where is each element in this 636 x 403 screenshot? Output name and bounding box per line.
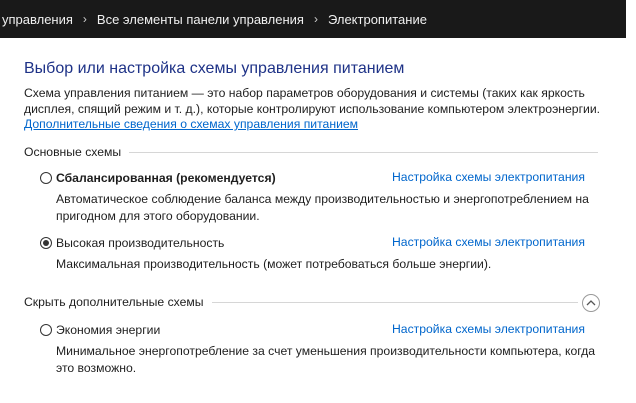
power-plans-info-link[interactable]: Дополнительные сведения о схемах управле… bbox=[24, 117, 358, 131]
plan-high-performance-label[interactable]: Высокая производительность bbox=[56, 236, 224, 250]
plan-power-saver-settings-link[interactable]: Настройка схемы электропитания bbox=[392, 322, 585, 336]
plan-power-saver-description: Минимальное энергопотребление за счет ум… bbox=[56, 344, 596, 375]
collapse-chevron-up-icon[interactable] bbox=[582, 294, 600, 312]
breadcrumb-item-control-panel[interactable]: управления bbox=[0, 12, 75, 27]
main-plans-group-header: Основные схемы bbox=[24, 145, 598, 159]
main-plans-group-label: Основные схемы bbox=[24, 145, 122, 159]
address-bar: управления › Все элементы панели управле… bbox=[0, 0, 636, 40]
plan-balanced-radio[interactable] bbox=[40, 172, 52, 184]
plan-power-saver-label[interactable]: Экономия энергии bbox=[56, 323, 160, 337]
extra-plans-group-label[interactable]: Скрыть дополнительные схемы bbox=[24, 295, 204, 309]
breadcrumb-separator-icon[interactable]: › bbox=[306, 12, 326, 26]
scrollbar[interactable] bbox=[626, 0, 636, 403]
page-description: Схема управления питанием — это набор па… bbox=[24, 86, 601, 116]
group-divider bbox=[211, 301, 578, 303]
group-divider bbox=[129, 151, 598, 153]
plan-balanced-settings-link[interactable]: Настройка схемы электропитания bbox=[392, 170, 585, 184]
extra-plans-group-header[interactable]: Скрыть дополнительные схемы bbox=[24, 295, 578, 309]
plan-high-performance-settings-link[interactable]: Настройка схемы электропитания bbox=[392, 235, 585, 249]
breadcrumb-separator-icon[interactable]: › bbox=[75, 12, 95, 26]
plan-balanced: Сбалансированная (рекомендуется) Настрой… bbox=[40, 169, 598, 225]
plan-high-performance-radio[interactable] bbox=[40, 237, 52, 249]
page-title: Выбор или настройка схемы управления пит… bbox=[24, 60, 405, 77]
plan-high-performance-description: Максимальная производительность (может п… bbox=[56, 257, 492, 271]
plan-balanced-label[interactable]: Сбалансированная (рекомендуется) bbox=[56, 171, 276, 185]
breadcrumb-item-all-items[interactable]: Все элементы панели управления bbox=[95, 12, 306, 27]
plan-power-saver: Экономия энергии Настройка схемы электро… bbox=[40, 321, 598, 377]
plan-balanced-description: Автоматическое соблюдение баланса между … bbox=[56, 192, 589, 223]
plan-high-performance: Высокая производительность Настройка схе… bbox=[40, 234, 598, 273]
plan-power-saver-radio[interactable] bbox=[40, 324, 52, 336]
breadcrumb-item-power-options[interactable]: Электропитание bbox=[326, 12, 429, 27]
breadcrumb: управления › Все элементы панели управле… bbox=[0, 0, 626, 38]
